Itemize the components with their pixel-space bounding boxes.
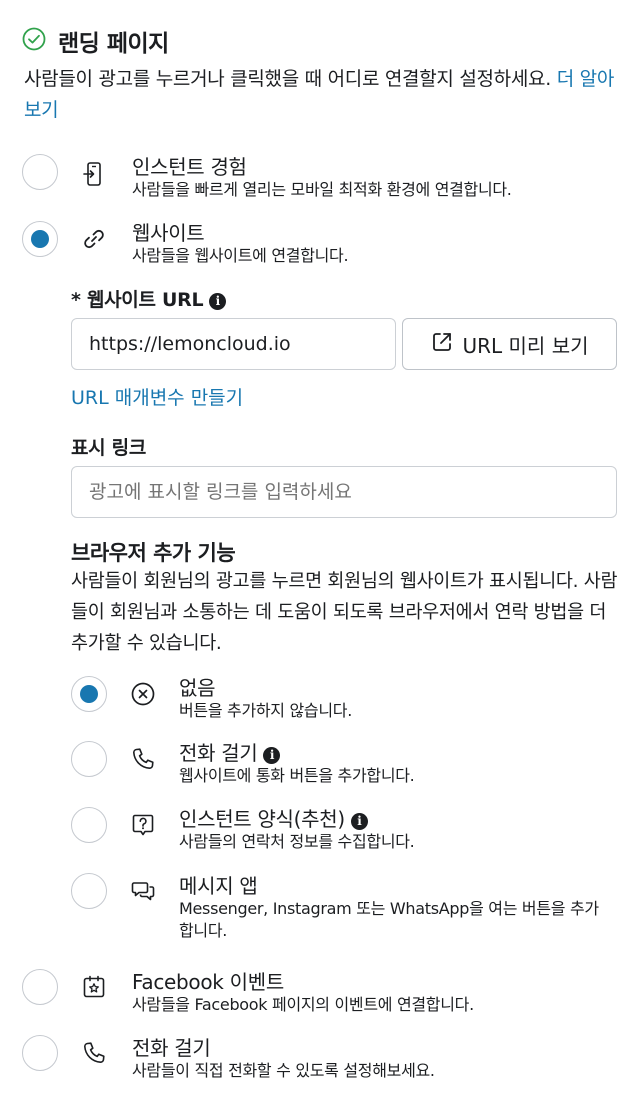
external-link-icon xyxy=(431,331,453,358)
display-link-label: 표시 링크 xyxy=(71,437,147,459)
addon-title-phone-text: 전화 걸기 xyxy=(179,741,258,765)
chat-icon xyxy=(129,877,157,905)
radio-addon-none[interactable] xyxy=(71,676,107,712)
addon-desc-instant-form: 사람들의 연락처 정보를 수집합니다. xyxy=(179,832,415,851)
header-description: 사람들이 광고를 누르거나 클릭했을 때 어디로 연결할지 설정하세요. 더 알… xyxy=(24,64,620,126)
option-title-phone-call: 전화 걸기 xyxy=(132,1036,211,1060)
none-icon xyxy=(129,680,157,708)
option-desc-website: 사람들을 웹사이트에 연결합니다. xyxy=(132,246,349,265)
instant-experience-icon xyxy=(80,160,108,188)
header-description-text: 사람들이 광고를 누르거나 클릭했을 때 어디로 연결할지 설정하세요. xyxy=(24,68,551,90)
radio-addon-instant-form[interactable] xyxy=(71,807,107,843)
option-title-website: 웹사이트 xyxy=(132,221,205,245)
radio-phone-call[interactable] xyxy=(22,1035,58,1071)
addon-title-messaging: 메시지 앱 xyxy=(179,874,258,898)
addon-title-none: 없음 xyxy=(179,676,216,700)
radio-addon-messaging[interactable] xyxy=(71,873,107,909)
phone-icon xyxy=(80,1039,108,1067)
radio-website[interactable] xyxy=(22,221,58,257)
addon-title-phone: 전화 걸기 i xyxy=(179,737,281,766)
check-circle-icon xyxy=(22,27,46,55)
page-title: 랜딩 페이지 xyxy=(58,31,169,57)
option-desc-instant-experience: 사람들을 빠르게 열리는 모바일 최적화 환경에 연결합니다. xyxy=(132,180,512,199)
info-icon[interactable]: i xyxy=(209,293,227,310)
info-icon[interactable]: i xyxy=(263,747,281,764)
url-preview-label: URL 미리 보기 xyxy=(462,333,589,358)
addon-desc-phone: 웹사이트에 통화 버튼을 추가합니다. xyxy=(179,766,415,785)
option-desc-facebook-event: 사람들을 Facebook 페이지의 이벤트에 연결합니다. xyxy=(132,995,474,1014)
addon-desc-messaging: Messenger, Instagram 또는 WhatsApp을 여는 버튼을… xyxy=(179,899,599,940)
website-url-input[interactable]: https://lemoncloud.io xyxy=(71,318,396,370)
option-title-instant-experience: 인스턴트 경험 xyxy=(132,155,247,179)
url-preview-button[interactable]: URL 미리 보기 xyxy=(402,318,617,370)
radio-addon-phone[interactable] xyxy=(71,741,107,777)
addon-title-instant-form: 인스턴트 양식(추천) i xyxy=(179,803,368,832)
browser-addons-description: 사람들이 회원님의 광고를 누르면 회원님의 웹사이트가 표시됩니다. 사람들이… xyxy=(71,571,618,654)
radio-instant-experience[interactable] xyxy=(22,154,58,190)
landing-page-header: 랜딩 페이지 xyxy=(22,24,622,57)
option-title-facebook-event: Facebook 이벤트 xyxy=(132,970,284,994)
option-desc-phone-call: 사람들이 직접 전화할 수 있도록 설정해보세요. xyxy=(132,1061,435,1080)
display-link-input[interactable] xyxy=(71,466,617,518)
link-icon xyxy=(80,225,108,253)
question-form-icon xyxy=(129,811,157,839)
info-icon[interactable]: i xyxy=(350,813,368,830)
website-url-label: * 웹사이트 URL i xyxy=(71,285,227,312)
url-params-link[interactable]: URL 매개변수 만들기 xyxy=(71,383,243,410)
event-icon xyxy=(80,973,108,1001)
browser-addons-title: 브라우저 추가 기능 xyxy=(71,541,236,565)
addon-title-instant-form-text: 인스턴트 양식(추천) xyxy=(179,807,345,831)
radio-facebook-event[interactable] xyxy=(22,969,58,1005)
addon-desc-none: 버튼을 추가하지 않습니다. xyxy=(179,701,352,720)
website-url-label-text: * 웹사이트 URL xyxy=(71,289,204,311)
phone-icon xyxy=(129,745,157,773)
